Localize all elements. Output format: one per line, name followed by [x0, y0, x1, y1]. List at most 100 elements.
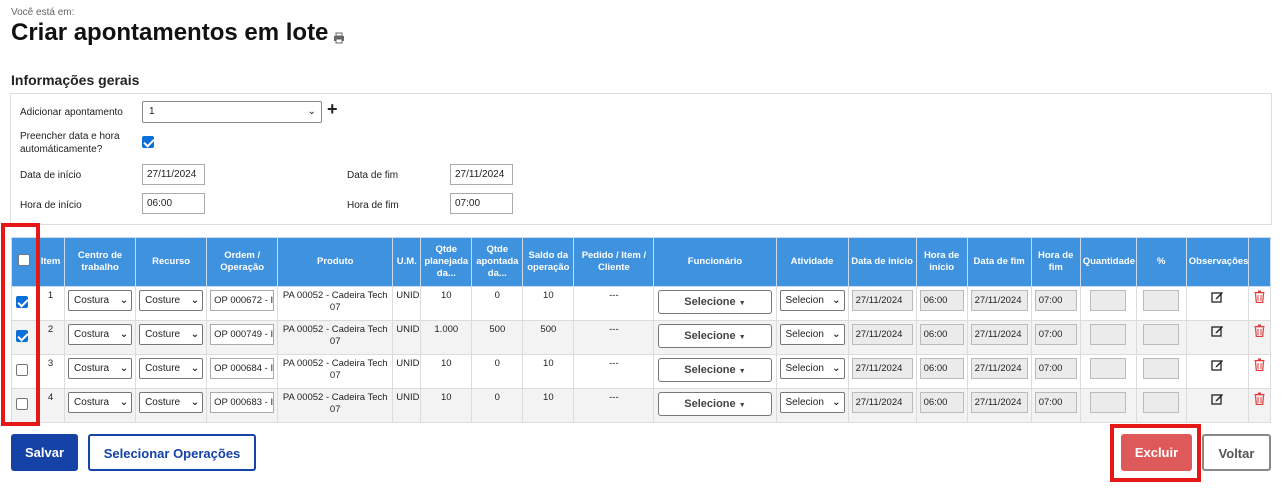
trash-icon[interactable]: [1254, 324, 1265, 338]
select-operations-button[interactable]: Selecionar Operações: [88, 434, 256, 471]
save-button[interactable]: Salvar: [11, 434, 78, 471]
hora-fim-input[interactable]: 07:00: [1034, 392, 1077, 413]
data-inicio-input[interactable]: 27/11/2024: [851, 358, 913, 379]
percent-input[interactable]: [1143, 324, 1180, 345]
recurso-select[interactable]: Costure ⌄: [139, 392, 204, 413]
atividade-select[interactable]: Selecion ⌄: [779, 392, 845, 413]
centro-select[interactable]: Costura ⌄: [68, 324, 133, 345]
ordem-input[interactable]: OP 000684 - I: [210, 358, 275, 379]
caret-down-icon: ▼: [738, 300, 746, 307]
funcionario-select[interactable]: Selecione ▼: [657, 358, 772, 382]
atividade-value: Selecion: [785, 295, 824, 306]
cell-pedido: ---: [573, 388, 655, 423]
chevron-down-icon: ⌄: [190, 295, 200, 306]
centro-select[interactable]: Costura ⌄: [68, 290, 133, 311]
data-fim-input[interactable]: 27/11/2024: [970, 290, 1028, 311]
cell-qtde-apontada: 0: [471, 388, 524, 423]
hora-fim-input[interactable]: 07:00: [1034, 290, 1077, 311]
hora-inicio-input[interactable]: 06:00: [919, 324, 964, 345]
edit-icon[interactable]: [1211, 392, 1224, 405]
plus-icon[interactable]: +: [327, 100, 338, 118]
quantidade-input[interactable]: [1090, 324, 1127, 345]
cell-qtde-apontada: 500: [471, 320, 524, 355]
back-button[interactable]: Voltar: [1202, 434, 1271, 471]
recurso-select[interactable]: Costure ⌄: [139, 358, 204, 379]
centro-select[interactable]: Costura ⌄: [68, 358, 133, 379]
start-time-label: Hora de início: [20, 200, 82, 211]
cell-quantidade: [1079, 354, 1137, 389]
centro-select[interactable]: Costura ⌄: [68, 392, 133, 413]
recurso-select[interactable]: Costure ⌄: [139, 324, 204, 345]
data-inicio-input[interactable]: 27/11/2024: [851, 290, 913, 311]
add-entry-select[interactable]: 1 ⌄: [142, 101, 322, 123]
trash-icon[interactable]: [1254, 392, 1265, 406]
cell-qtde-planejada: 10: [420, 388, 473, 423]
percent-input[interactable]: [1143, 392, 1180, 413]
start-date-input[interactable]: 27/11/2024: [142, 164, 205, 185]
data-fim-input[interactable]: 27/11/2024: [970, 392, 1028, 413]
data-fim-input[interactable]: 27/11/2024: [970, 358, 1028, 379]
data-inicio-input[interactable]: 27/11/2024: [851, 392, 913, 413]
atividade-select[interactable]: Selecion ⌄: [779, 290, 845, 311]
end-date-label: Data de fim: [347, 170, 399, 181]
ordem-input[interactable]: OP 000749 - I: [210, 324, 275, 345]
page-title: Criar apontamentos em lote: [11, 19, 329, 46]
hora-fim-input[interactable]: 07:00: [1034, 358, 1077, 379]
header-data-fim: Data de fim: [966, 237, 1032, 287]
cell-quantidade: [1079, 388, 1137, 423]
percent-input[interactable]: [1143, 290, 1180, 311]
funcionario-select[interactable]: Selecione ▼: [657, 392, 772, 416]
cell-ordem: OP 000672 - I: [206, 286, 279, 321]
trash-icon[interactable]: [1254, 290, 1265, 304]
cell-data-fim: 27/11/2024: [966, 354, 1032, 389]
cell-hora-inicio: 06:00: [915, 388, 968, 423]
atividade-select[interactable]: Selecion ⌄: [779, 358, 845, 379]
recurso-select[interactable]: Costure ⌄: [139, 290, 204, 311]
cell-pedido: ---: [573, 320, 655, 355]
print-icon[interactable]: [333, 32, 345, 44]
ordem-input[interactable]: OP 000683 - I: [210, 392, 275, 413]
cell-data-fim: 27/11/2024: [966, 286, 1032, 321]
cell-observacoes: [1185, 320, 1249, 355]
table-row: 2 Costura ⌄ Costure ⌄ OP 000749 - I PA 000…: [10, 320, 1272, 355]
percent-input[interactable]: [1143, 358, 1180, 379]
quantidade-input[interactable]: [1090, 358, 1127, 379]
trash-icon[interactable]: [1254, 358, 1265, 372]
cell-centro: Costura ⌄: [64, 354, 137, 389]
data-inicio-input[interactable]: 27/11/2024: [851, 324, 913, 345]
ordem-input[interactable]: OP 000672 - I: [210, 290, 275, 311]
section-title: Informações gerais: [11, 72, 140, 88]
end-time-label: Hora de fim: [347, 200, 399, 211]
quantidade-input[interactable]: [1090, 290, 1127, 311]
auto-fill-checkbox[interactable]: [142, 136, 154, 148]
atividade-value: Selecion: [785, 397, 824, 408]
highlight-delete-button: [1110, 424, 1201, 482]
atividade-select[interactable]: Selecion ⌄: [779, 324, 845, 345]
hora-inicio-input[interactable]: 06:00: [919, 290, 964, 311]
start-time-input[interactable]: 06:00: [142, 193, 205, 214]
table-row: 3 Costura ⌄ Costure ⌄ OP 000684 - I PA 000…: [10, 354, 1272, 389]
atividade-value: Selecion: [785, 329, 824, 340]
cell-ordem: OP 000683 - I: [206, 388, 279, 423]
hora-inicio-input[interactable]: 06:00: [919, 392, 964, 413]
data-fim-input[interactable]: 27/11/2024: [970, 324, 1028, 345]
end-time-input[interactable]: 07:00: [450, 193, 513, 214]
cell-quantidade: [1079, 286, 1137, 321]
hora-inicio-input[interactable]: 06:00: [919, 358, 964, 379]
edit-icon[interactable]: [1211, 290, 1224, 303]
funcionario-select[interactable]: Selecione ▼: [657, 290, 772, 314]
header-um: U.M.: [392, 237, 422, 287]
caret-down-icon: ▼: [738, 402, 746, 409]
cell-um: UNID: [392, 286, 422, 321]
add-entry-label: Adicionar apontamento: [20, 107, 123, 118]
end-date-input[interactable]: 27/11/2024: [450, 164, 513, 185]
edit-icon[interactable]: [1211, 358, 1224, 371]
edit-icon[interactable]: [1211, 324, 1224, 337]
cell-hora-fim: 07:00: [1030, 388, 1081, 423]
cell-pedido: ---: [573, 286, 655, 321]
quantidade-input[interactable]: [1090, 392, 1127, 413]
hora-fim-input[interactable]: 07:00: [1034, 324, 1077, 345]
header-centro: Centro de trabalho: [64, 237, 137, 287]
funcionario-select[interactable]: Selecione ▼: [657, 324, 772, 348]
cell-produto: PA 00052 - Cadeira Tech 07: [277, 320, 394, 355]
